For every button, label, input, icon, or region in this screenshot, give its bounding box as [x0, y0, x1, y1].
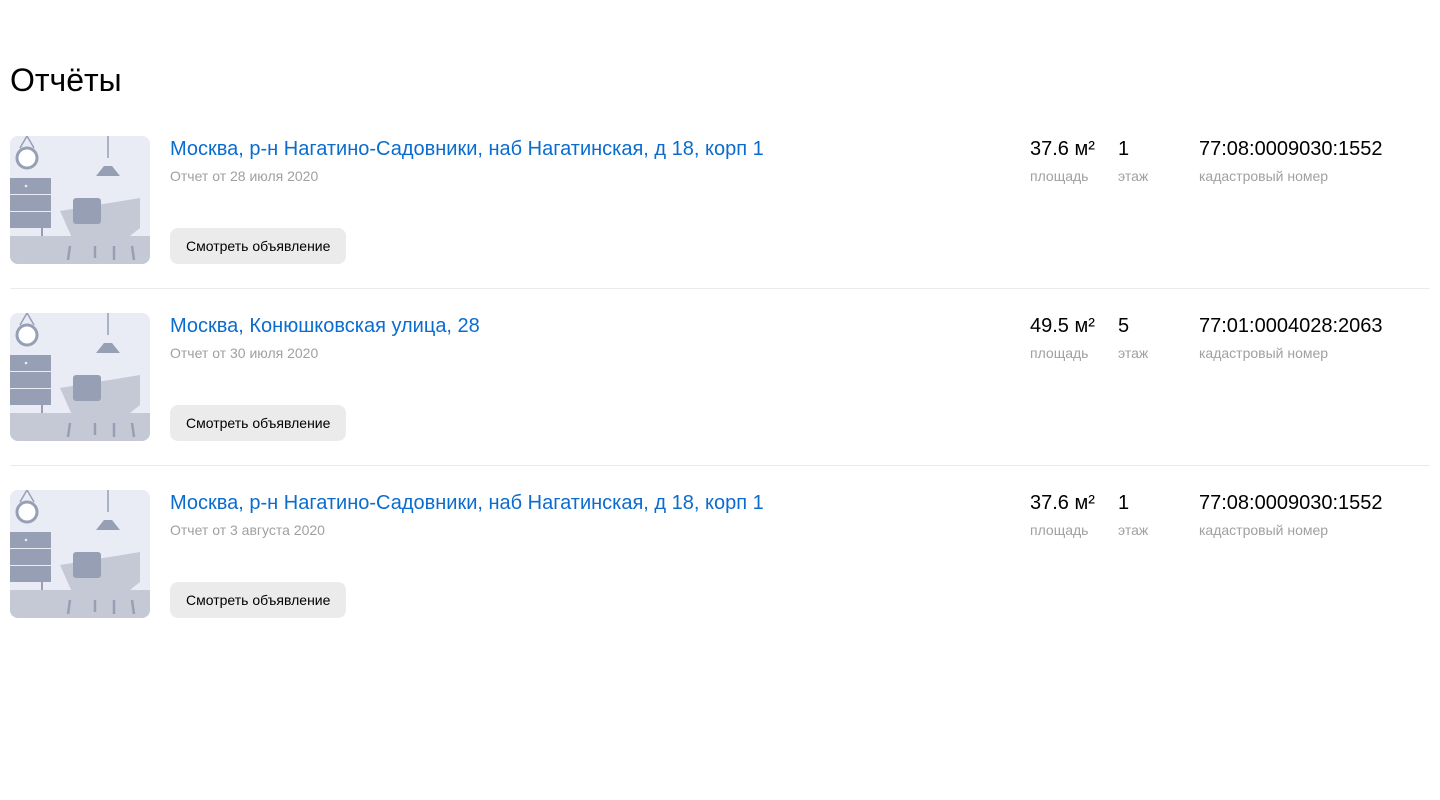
cadastral-label: кадастровый номер: [1199, 168, 1329, 184]
cadastral-stat: 77:08:0009030:1552 кадастровый номер: [1199, 490, 1383, 539]
area-value: 37.6 м²: [1030, 138, 1095, 160]
floor-value: 5: [1118, 315, 1130, 337]
area-stat: 37.6 м² площадь: [1030, 136, 1095, 185]
area-stat: 49.5 м² площадь: [1030, 313, 1095, 362]
cadastral-value: 77:08:0009030:1552: [1199, 492, 1383, 514]
reports-page: Отчёты Москва, р-н Нагатино-Садовники, н…: [0, 0, 1440, 800]
report-card: Москва, р-н Нагатино-Садовники, наб Нага…: [10, 136, 1430, 264]
page-title: Отчёты: [10, 62, 122, 98]
report-card: Москва, Конюшковская улица, 28 Отчет от …: [10, 288, 1430, 441]
cadastral-label: кадастровый номер: [1199, 345, 1329, 361]
report-list: Москва, р-н Нагатино-Садовники, наб Нага…: [10, 136, 1430, 667]
report-date: Отчет от 28 июля 2020: [170, 168, 319, 184]
room-interior-illustration-icon: [10, 490, 150, 618]
report-date: Отчет от 3 августа 2020: [170, 522, 325, 538]
report-address-link[interactable]: Москва, р-н Нагатино-Садовники, наб Нага…: [170, 490, 764, 516]
area-value: 37.6 м²: [1030, 492, 1095, 514]
cadastral-value: 77:01:0004028:2063: [1199, 315, 1383, 337]
floor-label: этаж: [1118, 345, 1149, 361]
floor-stat: 1 этаж: [1118, 490, 1148, 539]
cadastral-stat: 77:08:0009030:1552 кадастровый номер: [1199, 136, 1383, 185]
report-date: Отчет от 30 июля 2020: [170, 345, 319, 361]
view-listing-button[interactable]: Смотреть объявление: [170, 405, 347, 441]
report-card: Москва, р-н Нагатино-Садовники, наб Нага…: [10, 465, 1430, 618]
area-stat: 37.6 м² площадь: [1030, 490, 1095, 539]
room-interior-illustration-icon: [10, 313, 150, 441]
floor-stat: 1 этаж: [1118, 136, 1148, 185]
floor-label: этаж: [1118, 168, 1149, 184]
room-interior-illustration-icon: [10, 136, 150, 264]
floor-stat: 5 этаж: [1118, 313, 1148, 362]
view-listing-button[interactable]: Смотреть объявление: [170, 582, 347, 618]
report-address-link[interactable]: Москва, р-н Нагатино-Садовники, наб Нага…: [170, 136, 764, 162]
cadastral-stat: 77:01:0004028:2063 кадастровый номер: [1199, 313, 1383, 362]
view-listing-button[interactable]: Смотреть объявление: [170, 228, 347, 264]
area-label: площадь: [1030, 345, 1089, 361]
floor-value: 1: [1118, 492, 1130, 514]
area-label: площадь: [1030, 168, 1089, 184]
cadastral-value: 77:08:0009030:1552: [1199, 138, 1383, 160]
cadastral-label: кадастровый номер: [1199, 522, 1329, 538]
report-address-link[interactable]: Москва, Конюшковская улица, 28: [170, 313, 480, 339]
area-value: 49.5 м²: [1030, 315, 1095, 337]
floor-value: 1: [1118, 138, 1130, 160]
floor-label: этаж: [1118, 522, 1149, 538]
area-label: площадь: [1030, 522, 1089, 538]
